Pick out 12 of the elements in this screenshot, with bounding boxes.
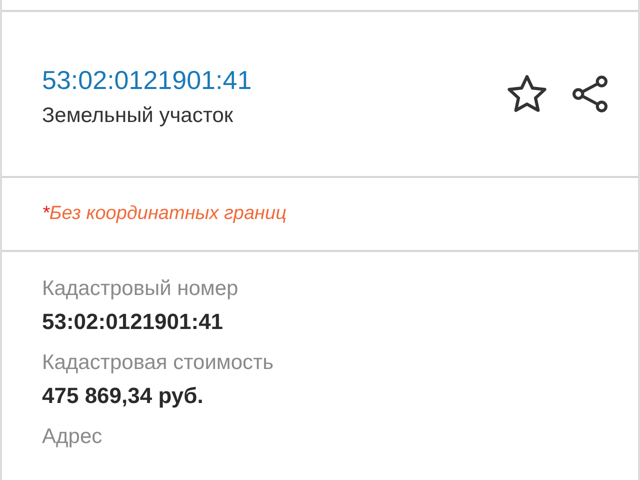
- favorite-button[interactable]: [506, 74, 548, 114]
- share-button[interactable]: [570, 74, 610, 114]
- field-label: Адрес: [42, 424, 104, 450]
- star-icon: [506, 74, 548, 114]
- field-label: Кадастровый номер: [42, 276, 240, 302]
- field-value: 475 869,34 руб.: [42, 382, 204, 410]
- field-value: 53:02:0121901:41: [42, 308, 224, 336]
- property-type: Земельный участок: [42, 104, 234, 128]
- field-label: Кадастровая стоимость: [42, 350, 275, 376]
- notice-text: *Без координатных границ: [42, 203, 286, 225]
- cadastral-number: 53:02:0121901:41: [42, 64, 252, 96]
- share-icon: [570, 74, 610, 114]
